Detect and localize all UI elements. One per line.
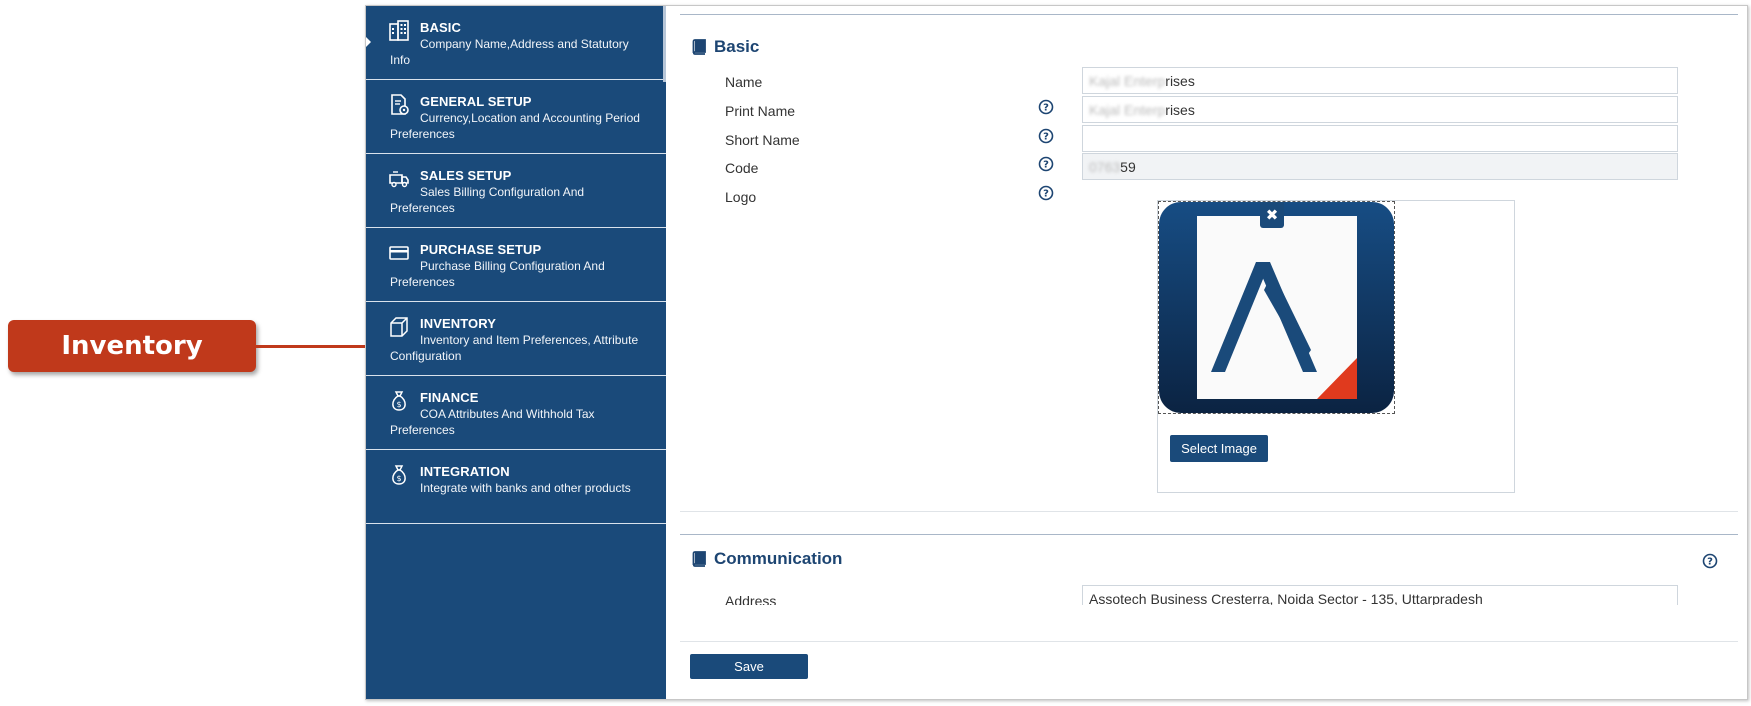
sidebar-item-desc: Currency,Location and Accounting Period …: [390, 111, 640, 141]
help-icon[interactable]: ?: [1702, 553, 1718, 569]
print-name-field[interactable]: Kajal Enterprises: [1082, 96, 1678, 123]
short-name-label: Short Name: [725, 132, 800, 148]
code-value-redacted: 0763: [1089, 159, 1121, 175]
callout-label: Inventory: [61, 331, 203, 361]
communication-section: Communication ? Address Assotech Busines…: [680, 534, 1738, 605]
svg-text:?: ?: [1707, 557, 1713, 568]
svg-text:?: ?: [1043, 189, 1049, 200]
inventory-callout: Inventory: [8, 320, 256, 372]
sidebar-item-desc: Company Name,Address and Statutory Info: [390, 37, 629, 67]
address-label: Address: [725, 593, 777, 605]
select-image-button[interactable]: Select Image: [1170, 435, 1268, 462]
sidebar-item-title: FINANCE: [420, 390, 479, 405]
money-bag-icon: $: [392, 465, 406, 485]
name-value-redacted: Kajal Enterp: [1089, 73, 1166, 89]
svg-text:?: ?: [1043, 160, 1049, 171]
book-icon: [692, 551, 706, 567]
name-field[interactable]: Kajal Enterprises: [1082, 67, 1678, 94]
svg-text:$: $: [396, 400, 401, 409]
svg-text:$: $: [396, 474, 401, 483]
sidebar-item-title: INVENTORY: [420, 316, 497, 331]
building-icon: [389, 20, 409, 41]
sidebar-item-integration[interactable]: $ INTEGRATION Integrate with banks and o…: [366, 450, 666, 524]
sidebar-item-desc: Sales Billing Configuration And Preferen…: [390, 185, 585, 215]
sidebar-item-general-setup[interactable]: GENERAL SETUP Currency,Location and Acco…: [366, 80, 666, 154]
address-field[interactable]: Assotech Business Cresterra, Noida Secto…: [1082, 585, 1678, 605]
help-icon[interactable]: ?: [1038, 156, 1054, 172]
sidebar-item-inventory[interactable]: INVENTORY Inventory and Item Preferences…: [366, 302, 666, 376]
sidebar-item-title: SALES SETUP: [420, 168, 512, 183]
help-icon[interactable]: ?: [1038, 99, 1054, 115]
sidebar-item-title: BASIC: [420, 20, 461, 35]
help-icon[interactable]: ?: [1038, 128, 1054, 144]
code-field[interactable]: 076359: [1082, 153, 1678, 180]
sidebar-item-desc: Purchase Billing Configuration And Prefe…: [390, 259, 605, 289]
print-name-value: rises: [1165, 102, 1195, 118]
sidebar-item-desc: COA Attributes And Withhold Tax Preferen…: [390, 407, 595, 437]
company-settings-window: BASIC Company Name,Address and Statutory…: [365, 5, 1748, 700]
footer-divider: [680, 641, 1738, 642]
sidebar-item-finance[interactable]: $ FINANCE COA Attributes And Withhold Ta…: [366, 376, 666, 450]
section-title-text: Communication: [714, 549, 843, 568]
save-button[interactable]: Save: [690, 654, 808, 679]
settings-sidebar: BASIC Company Name,Address and Statutory…: [366, 6, 666, 699]
section-title-communication: Communication: [692, 549, 842, 569]
help-icon[interactable]: ?: [1038, 185, 1054, 201]
company-logo-image: [1159, 202, 1394, 413]
settings-doc-icon: [391, 94, 409, 115]
sidebar-item-desc: Inventory and Item Preferences, Attribut…: [390, 333, 639, 363]
section-title-basic: Basic: [692, 37, 759, 57]
name-label: Name: [725, 74, 763, 90]
sidebar-item-title: GENERAL SETUP: [420, 94, 532, 109]
svg-text:?: ?: [1043, 103, 1049, 114]
box-icon: [390, 317, 408, 337]
close-icon: ✖: [1265, 207, 1279, 224]
logo-upload-box: ✖ Select Image: [1157, 200, 1515, 493]
code-value: 59: [1120, 159, 1136, 175]
print-name-value-redacted: Kajal Enterp: [1089, 102, 1166, 118]
settings-main: Basic Name Kajal Enterprises Print Name …: [666, 6, 1747, 699]
sidebar-item-basic[interactable]: BASIC Company Name,Address and Statutory…: [366, 6, 666, 80]
remove-logo-button[interactable]: ✖: [1260, 202, 1284, 228]
basic-section: Basic Name Kajal Enterprises Print Name …: [680, 14, 1738, 512]
sidebar-item-title: INTEGRATION: [420, 464, 510, 479]
sidebar-item-title: PURCHASE SETUP: [420, 242, 542, 257]
print-name-label: Print Name: [725, 103, 796, 119]
truck-icon: [389, 171, 409, 188]
name-value: rises: [1165, 73, 1195, 89]
sidebar-item-sales-setup[interactable]: SALES SETUP Sales Billing Configuration …: [366, 154, 666, 228]
svg-text:?: ?: [1043, 132, 1049, 143]
logo-preview: ✖: [1158, 201, 1395, 414]
logo-label: Logo: [725, 189, 757, 205]
card-icon: [389, 246, 409, 260]
sidebar-item-desc: Integrate with banks and other products: [420, 481, 631, 495]
address-value: Assotech Business Cresterra, Noida Secto…: [1089, 591, 1483, 605]
book-icon: [692, 39, 706, 55]
short-name-field[interactable]: [1082, 125, 1678, 152]
sidebar-item-purchase-setup[interactable]: PURCHASE SETUP Purchase Billing Configur…: [366, 228, 666, 302]
section-title-text: Basic: [714, 37, 760, 56]
money-bag-icon: $: [392, 391, 406, 411]
code-label: Code: [725, 160, 759, 176]
